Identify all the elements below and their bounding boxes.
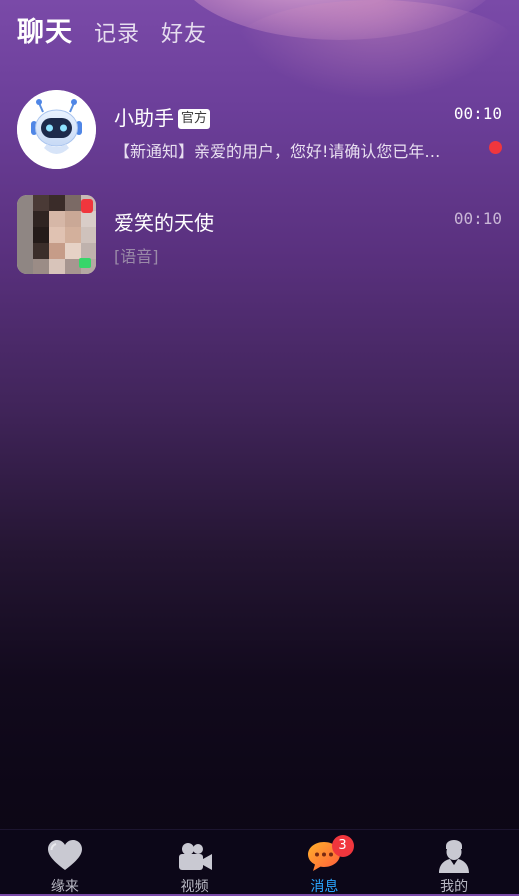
nav-item-profile[interactable]: 我的 <box>389 830 519 895</box>
tab-chat[interactable]: 聊天 <box>17 10 73 49</box>
bottom-nav: 缘来 视频 3 消息 我的 <box>0 829 519 895</box>
message-time: 00:10 <box>453 209 502 228</box>
pixelated-photo <box>17 195 96 274</box>
nav-label: 视频 <box>180 879 209 895</box>
assistant-avatar[interactable] <box>17 90 96 169</box>
top-tabs: 聊天 记录 好友 <box>17 10 228 50</box>
unread-dot <box>489 141 502 154</box>
message-preview: 【新通知】亲爱的用户，您好!请确认您已年… <box>114 142 441 161</box>
nav-label: 消息 <box>310 879 339 895</box>
tab-records[interactable]: 记录 <box>94 16 140 48</box>
conversation-row-user[interactable]: 爱笑的天使 00:10 [语音] <box>0 195 519 285</box>
conversation-row-assistant[interactable]: 小助手 官方 00:10 【新通知】亲爱的用户，您好!请确认您已年… <box>0 90 519 180</box>
conversation-name: 小助手 官方 <box>114 102 211 131</box>
user-photo-avatar[interactable] <box>17 195 96 274</box>
official-badge: 官方 <box>178 109 211 129</box>
nav-item-messages[interactable]: 3 消息 <box>260 830 390 895</box>
robot-icon <box>17 90 96 169</box>
message-time: 00:10 <box>453 104 502 123</box>
tab-friends[interactable]: 好友 <box>161 16 207 48</box>
unread-count-badge: 3 <box>331 835 354 857</box>
contact-name: 小助手 <box>114 106 174 130</box>
nav-label: 我的 <box>440 879 469 895</box>
nav-item-video[interactable]: 视频 <box>130 830 260 895</box>
nav-label: 缘来 <box>50 879 79 895</box>
video-camera-icon <box>178 843 212 870</box>
contact-name: 爱笑的天使 <box>114 211 214 235</box>
nav-item-fate[interactable]: 缘来 <box>0 830 130 895</box>
heart-icon <box>47 840 82 870</box>
profile-icon <box>439 840 470 873</box>
message-preview: [语音] <box>114 247 159 266</box>
background-glow-secondary <box>230 0 519 100</box>
